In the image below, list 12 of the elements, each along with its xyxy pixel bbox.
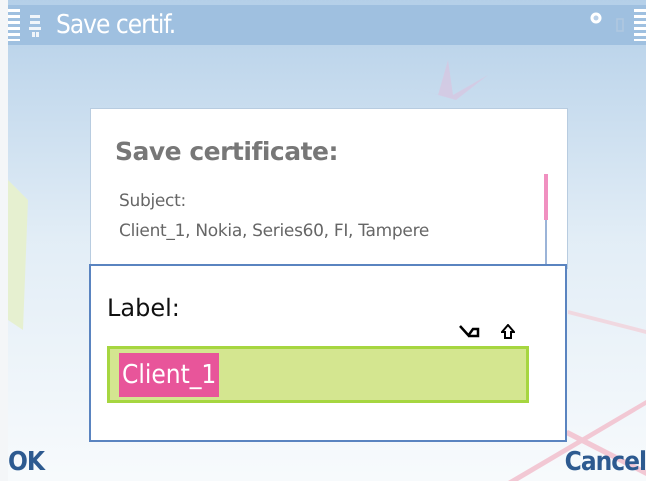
- battery-bars-icon: [634, 9, 646, 41]
- pen-mode-icon: [459, 324, 481, 340]
- dialog-text: Client_1, Nokia, Series60, FI, Tampere: [119, 220, 430, 243]
- field-label: Label:: [107, 294, 181, 322]
- shift-arrow-icon: [501, 324, 515, 340]
- dialog-text: Subject:: [119, 190, 187, 213]
- cancel-softkey[interactable]: Cancel: [564, 447, 646, 477]
- dialog-title: Save certificate:: [115, 137, 339, 166]
- signal-bars-icon: [8, 9, 20, 41]
- window-title: Save certif.: [56, 10, 176, 40]
- input-field[interactable]: Client_1: [107, 346, 529, 403]
- ok-softkey[interactable]: OK: [8, 447, 44, 477]
